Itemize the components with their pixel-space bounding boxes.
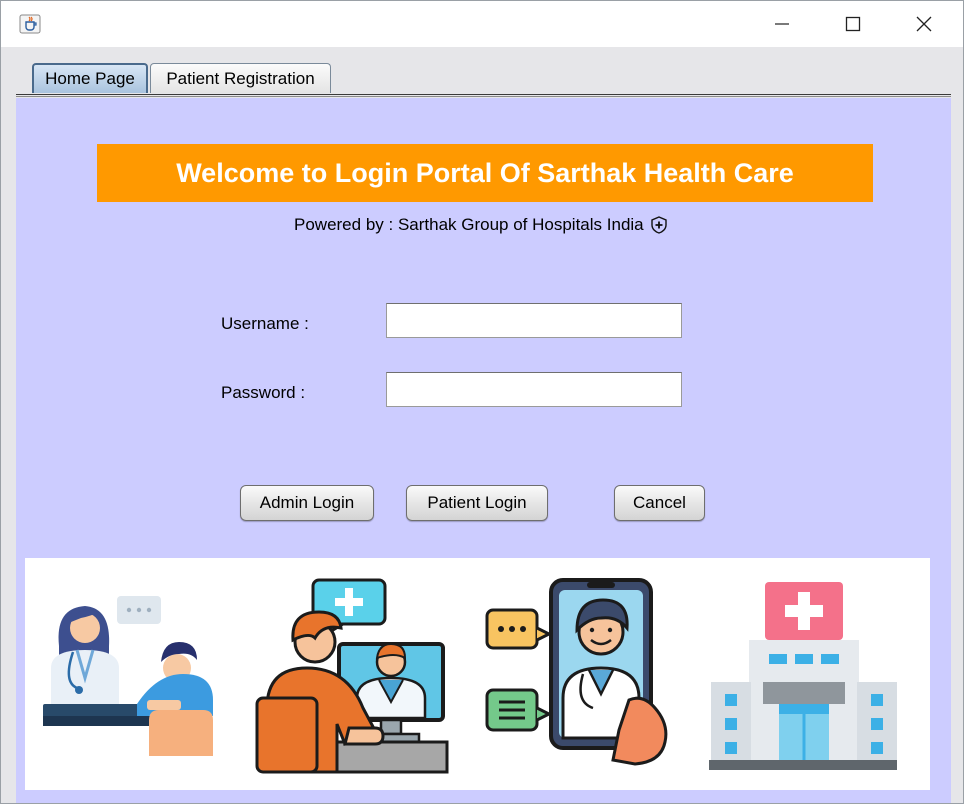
close-button[interactable]: [901, 1, 947, 47]
hospital-building-icon: [709, 582, 897, 770]
tab-divider: [16, 94, 951, 95]
close-icon: [916, 16, 932, 32]
patient-login-button[interactable]: Patient Login: [406, 485, 548, 521]
welcome-banner: Welcome to Login Portal Of Sarthak Healt…: [97, 144, 873, 202]
powered-by-text: Powered by : Sarthak Group of Hospitals …: [294, 215, 644, 234]
doctor-consultation-icon: [43, 596, 213, 756]
username-label: Username :: [221, 314, 309, 333]
tab-patient-registration[interactable]: Patient Registration: [150, 63, 331, 93]
client-area: Home Page Patient Registration Welcome t…: [1, 47, 963, 803]
app-window: Home Page Patient Registration Welcome t…: [0, 0, 964, 804]
powered-by: Powered by : Sarthak Group of Hospitals …: [294, 215, 668, 235]
java-cup-icon: [19, 14, 41, 34]
maximize-icon: [845, 16, 861, 32]
maximize-button[interactable]: [830, 1, 876, 47]
banner-title: Welcome to Login Portal Of Sarthak Healt…: [176, 157, 794, 188]
home-page-panel: Welcome to Login Portal Of Sarthak Healt…: [16, 98, 951, 803]
cancel-button[interactable]: Cancel: [614, 485, 705, 521]
illustration-strip: [25, 558, 930, 790]
minimize-button[interactable]: [759, 1, 805, 47]
video-call-doctor-icon: [255, 578, 449, 774]
title-bar: [1, 1, 963, 47]
admin-login-button[interactable]: Admin Login: [240, 485, 374, 521]
password-input[interactable]: [386, 372, 682, 407]
minimize-icon: [775, 23, 789, 25]
password-label: Password :: [221, 383, 306, 402]
mobile-doctor-chat-icon: [485, 578, 668, 766]
shield-plus-icon: [650, 216, 667, 234]
username-input[interactable]: [386, 303, 682, 338]
tab-divider-shadow: [16, 96, 951, 97]
tab-home-page[interactable]: Home Page: [32, 63, 148, 93]
